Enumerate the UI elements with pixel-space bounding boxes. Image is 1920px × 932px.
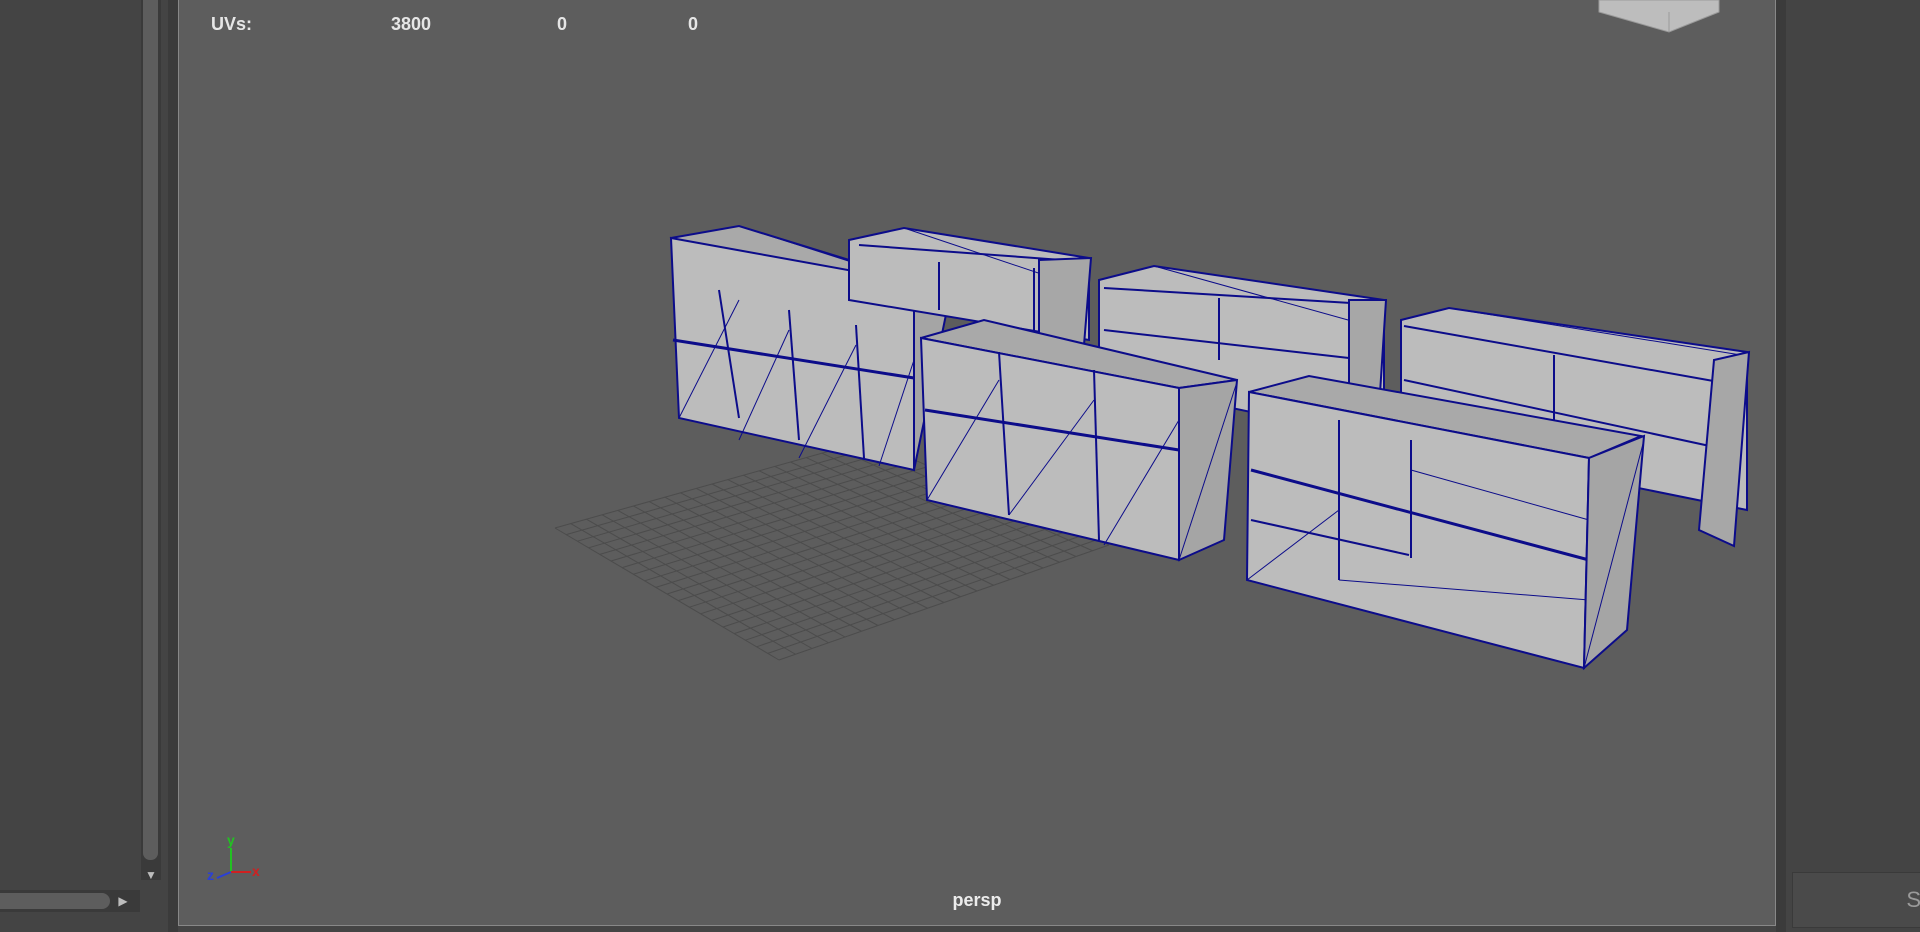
scene-canvas[interactable]: y x z bbox=[179, 0, 1776, 926]
axis-x-label: x bbox=[252, 863, 260, 879]
horizontal-scrollbar-thumb[interactable] bbox=[0, 893, 110, 909]
right-panel-field[interactable]: S bbox=[1792, 872, 1920, 928]
right-panel bbox=[1786, 0, 1920, 932]
scroll-down-arrow-icon[interactable]: ▼ bbox=[141, 866, 161, 884]
view-cube-icon[interactable] bbox=[1598, 0, 1720, 33]
camera-label: persp bbox=[952, 890, 1002, 910]
perspective-viewport[interactable]: UVs: 3800 0 0 y x z persp bbox=[178, 0, 1776, 926]
axis-z-label: z bbox=[207, 867, 214, 883]
panel-splitter[interactable] bbox=[1776, 0, 1786, 932]
vertical-scrollbar-thumb[interactable] bbox=[143, 0, 158, 860]
axis-gizmo-icon: y x z bbox=[207, 832, 260, 883]
scroll-right-arrow-icon[interactable]: ▶ bbox=[113, 891, 133, 911]
panel-splitter[interactable] bbox=[168, 0, 178, 932]
axis-y-label: y bbox=[227, 832, 235, 848]
